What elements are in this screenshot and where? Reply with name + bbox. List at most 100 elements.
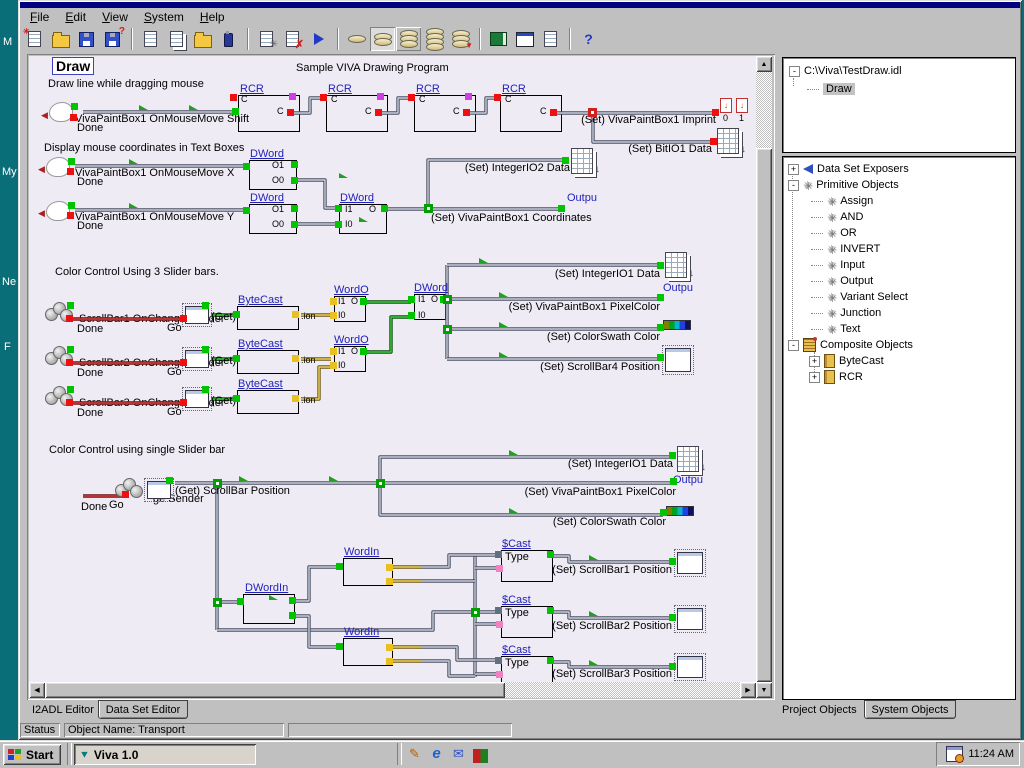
port[interactable] (67, 168, 74, 175)
port[interactable] (408, 312, 415, 319)
layer1-button[interactable] (344, 27, 369, 51)
port[interactable] (547, 657, 554, 664)
layer3-button[interactable] (396, 27, 421, 51)
notepad-shortcut-icon[interactable]: ✎ (404, 743, 425, 764)
menu-edit[interactable]: Edit (57, 9, 94, 25)
scroll-down-button[interactable]: ▼ (756, 682, 772, 698)
title-bar[interactable] (20, 2, 1020, 8)
port[interactable] (67, 212, 74, 219)
port[interactable] (360, 298, 367, 305)
tree-item[interactable]: ✳AND (811, 210, 863, 224)
port[interactable] (386, 644, 393, 651)
bit1-icon[interactable]: ↓ (736, 98, 748, 113)
tree-item[interactable]: ✳Junction (811, 306, 881, 320)
junction[interactable] (588, 108, 597, 117)
port[interactable] (71, 103, 78, 110)
port[interactable] (495, 607, 502, 614)
translate-button[interactable]: ✳ (254, 27, 279, 51)
port[interactable] (670, 478, 677, 485)
vertical-scrollbar[interactable]: ▲ ▼ (756, 56, 772, 698)
port[interactable] (233, 355, 240, 362)
port[interactable] (330, 312, 337, 319)
port[interactable] (292, 395, 299, 402)
port[interactable] (202, 302, 209, 309)
port[interactable] (66, 315, 73, 322)
collapse-icon[interactable]: - (789, 66, 800, 77)
tree-item-bytecast[interactable]: + ByteCast (809, 354, 884, 368)
menu-view[interactable]: View (94, 9, 136, 25)
scrollbar-window-icon[interactable] (677, 608, 703, 630)
port[interactable] (494, 94, 501, 101)
port[interactable] (180, 315, 187, 322)
port[interactable] (292, 311, 299, 318)
port[interactable] (230, 94, 237, 101)
new-page-button[interactable] (538, 27, 563, 51)
port[interactable] (291, 161, 298, 168)
port[interactable] (669, 452, 676, 459)
port[interactable] (66, 399, 73, 406)
open-button[interactable] (48, 27, 73, 51)
tree-item[interactable]: ✳INVERT (811, 242, 880, 256)
tree-item-composite[interactable]: - Composite Objects (788, 338, 913, 352)
port[interactable] (495, 657, 502, 664)
port[interactable] (237, 598, 244, 605)
port[interactable] (712, 109, 719, 116)
glue-button[interactable] (216, 27, 241, 51)
dataset-io-icon[interactable] (571, 148, 593, 174)
port[interactable] (67, 346, 74, 353)
port[interactable] (180, 359, 187, 366)
tree-item-primitive[interactable]: - ✳ Primitive Objects (788, 178, 899, 192)
port[interactable] (657, 324, 664, 331)
diagram-canvas[interactable]: Draw Sample VIVA Drawing Program Draw li… (29, 56, 756, 682)
port[interactable] (330, 362, 337, 369)
library-button[interactable] (486, 27, 511, 51)
port[interactable] (202, 346, 209, 353)
desktop-icon-label[interactable]: My (2, 166, 17, 178)
dialog-editor-button[interactable] (512, 27, 537, 51)
save-as-button[interactable]: ? (100, 27, 125, 51)
port[interactable] (335, 205, 342, 212)
expand-icon[interactable]: + (788, 164, 799, 175)
dataset-io-icon[interactable] (677, 446, 699, 472)
paste-sheet-button[interactable] (190, 27, 215, 51)
tab-project-objects[interactable]: Project Objects (782, 704, 857, 716)
port[interactable] (669, 614, 676, 621)
port[interactable] (243, 207, 250, 214)
port[interactable] (291, 205, 298, 212)
port[interactable] (202, 386, 209, 393)
port[interactable] (496, 565, 503, 572)
desktop-icon-label[interactable]: F (4, 341, 11, 353)
scrollbar-window-icon[interactable] (665, 348, 691, 372)
new-sheet-button[interactable] (138, 27, 163, 51)
save-button[interactable] (74, 27, 99, 51)
port[interactable] (408, 94, 415, 101)
port[interactable] (377, 93, 384, 100)
tree-item[interactable]: ✳OR (811, 226, 857, 240)
scroll-up-button[interactable]: ▲ (756, 56, 772, 72)
port[interactable] (70, 114, 77, 121)
scrollbar-window-icon[interactable] (677, 552, 703, 574)
port[interactable] (180, 399, 187, 406)
port[interactable] (289, 612, 296, 619)
scroll-right-button[interactable]: ▶ (740, 682, 756, 698)
tab-i2adl-editor[interactable]: I2ADL Editor (32, 704, 94, 716)
desktop-icon-label[interactable]: Ne (2, 276, 16, 288)
port[interactable] (67, 386, 74, 393)
port[interactable] (292, 355, 299, 362)
copy-sheet-button[interactable] (164, 27, 189, 51)
tree-item[interactable]: ✳Output (811, 274, 873, 288)
port[interactable] (496, 671, 503, 678)
port[interactable] (67, 302, 74, 309)
port[interactable] (320, 94, 327, 101)
scrollbar-thumb[interactable] (756, 148, 772, 682)
expand-icon[interactable]: + (809, 372, 820, 383)
colorswath-icon[interactable] (666, 506, 694, 516)
port[interactable] (291, 221, 298, 228)
port[interactable] (289, 93, 296, 100)
tree-item-exposers[interactable]: + Data Set Exposers (788, 162, 909, 176)
horizontal-scrollbar[interactable]: ◀ ▶ (29, 682, 756, 698)
port[interactable] (330, 298, 337, 305)
tree-item[interactable]: ✳Assign (811, 194, 873, 208)
layer4-button[interactable] (422, 27, 447, 51)
port[interactable] (558, 205, 565, 212)
